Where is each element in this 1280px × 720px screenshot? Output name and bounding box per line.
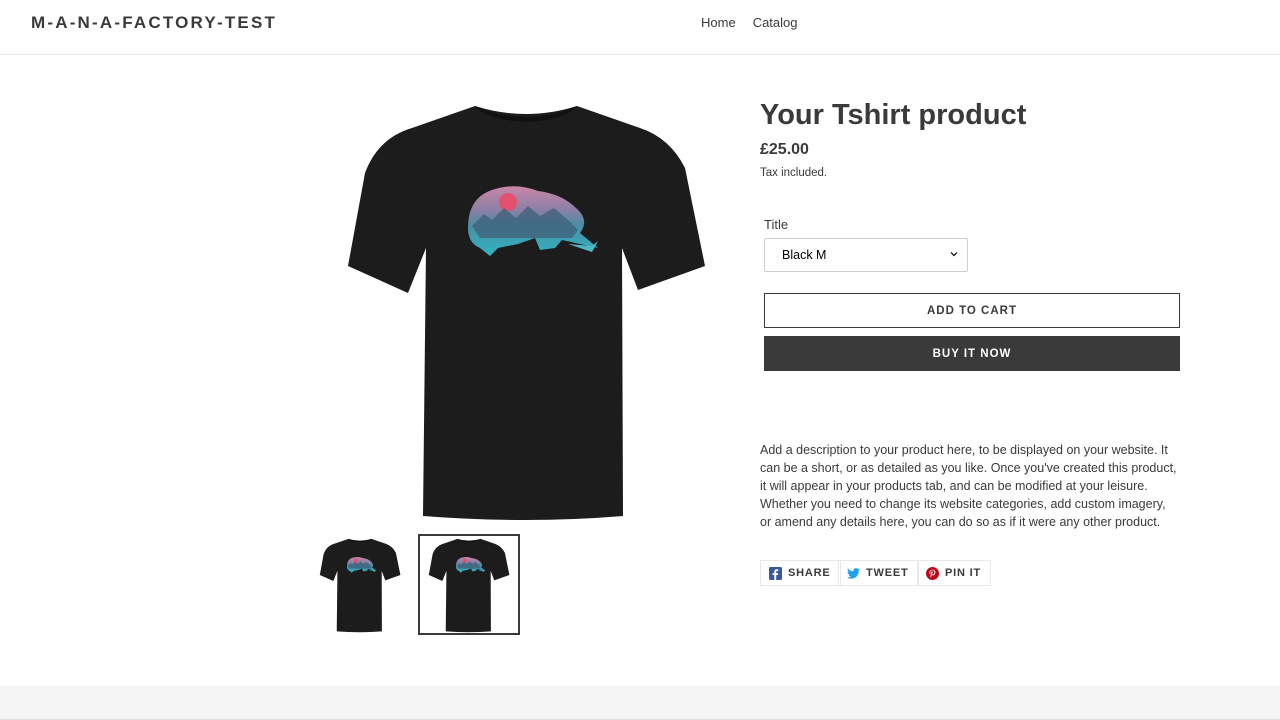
share-pinterest-button[interactable]: PIN IT bbox=[917, 560, 991, 586]
footer-band bbox=[0, 686, 1280, 720]
product-description: Add a description to your product here, … bbox=[760, 443, 1177, 529]
twitter-icon bbox=[847, 567, 860, 579]
nav-link-home[interactable]: Home bbox=[701, 15, 736, 30]
product-thumbnail-2[interactable] bbox=[418, 534, 520, 635]
site-logo[interactable]: M-A-N-A-FACTORY-TEST bbox=[31, 13, 277, 33]
main-nav: Home Catalog bbox=[701, 15, 798, 30]
share-facebook-label: SHARE bbox=[788, 567, 831, 579]
product-title: Your Tshirt product bbox=[760, 99, 1027, 131]
chevron-down-icon bbox=[950, 252, 958, 257]
option-select[interactable]: Black M bbox=[764, 238, 968, 272]
share-facebook-button[interactable]: SHARE bbox=[760, 560, 841, 586]
site-header: M-A-N-A-FACTORY-TEST Home Catalog bbox=[0, 0, 1280, 55]
option-select-value: Black M bbox=[782, 248, 827, 262]
pinterest-icon bbox=[926, 566, 939, 580]
share-pinterest-label: PIN IT bbox=[945, 567, 981, 579]
share-twitter-button[interactable]: TWEET bbox=[838, 560, 919, 586]
facebook-icon bbox=[769, 566, 782, 580]
product-thumbnail-1[interactable] bbox=[309, 534, 411, 635]
option-label: Title bbox=[764, 217, 789, 232]
tax-note: Tax included. bbox=[760, 167, 828, 179]
product-main-image bbox=[340, 98, 712, 523]
product-price: £25.00 bbox=[760, 141, 809, 158]
share-twitter-label: TWEET bbox=[866, 567, 909, 579]
nav-link-catalog[interactable]: Catalog bbox=[753, 15, 798, 30]
buy-it-now-button[interactable]: BUY IT NOW bbox=[764, 336, 1180, 371]
add-to-cart-button[interactable]: ADD TO CART bbox=[764, 293, 1180, 328]
